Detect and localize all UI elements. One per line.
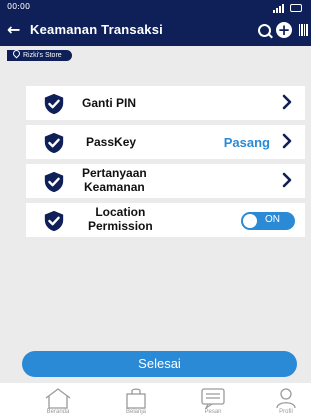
profile-icon xyxy=(276,388,296,409)
menu-item-passkey[interactable]: PassKey Pasang xyxy=(26,125,305,159)
message-icon xyxy=(201,388,225,409)
content-area: Rizki's Store Ganti PIN PassKey Pasang P… xyxy=(0,46,311,383)
nav-label: Belanja xyxy=(125,409,146,415)
back-arrow-icon[interactable]: ← xyxy=(7,20,20,39)
menu-label: Location Permission xyxy=(88,205,153,233)
location-pin-icon xyxy=(11,48,22,59)
shield-check-icon xyxy=(44,93,64,115)
home-icon xyxy=(45,388,71,409)
nav-label: Profil xyxy=(279,409,293,415)
page-title: Keamanan Transaksi xyxy=(30,22,163,37)
nav-label: Beranda xyxy=(46,409,70,415)
menu-label-line2: Permission xyxy=(88,219,153,233)
selesai-button[interactable]: Selesai xyxy=(22,351,297,377)
chevron-right-icon xyxy=(282,172,292,188)
signal-icon xyxy=(273,4,285,13)
menu-label-line1: Pertanyaan xyxy=(82,166,147,180)
store-name: Rizki's Store xyxy=(23,52,62,59)
toggle-state-label: ON xyxy=(265,214,280,225)
menu-label-line1: Location xyxy=(95,205,146,219)
menu-label: Ganti PIN xyxy=(82,96,137,110)
search-icon[interactable] xyxy=(258,24,271,37)
bottom-navigation: Beranda Belanja Pesan Profil xyxy=(0,383,311,419)
phone-screen: 00:00 ← Keamanan Transaksi + Rizki's Sto… xyxy=(0,0,311,419)
menu-label: PassKey xyxy=(86,135,137,149)
chevron-right-icon xyxy=(282,133,292,149)
nav-label: Pesan xyxy=(204,409,222,415)
menu-label: Pertanyaan Keamanan xyxy=(82,166,147,194)
nav-item-belanja[interactable]: Belanja xyxy=(112,387,160,415)
pasang-link[interactable]: Pasang xyxy=(224,135,270,150)
chevron-right-icon xyxy=(282,94,292,110)
shopping-bag-icon xyxy=(126,388,146,409)
nav-item-beranda[interactable]: Beranda xyxy=(34,387,82,415)
status-bar: 00:00 xyxy=(0,0,311,16)
app-header: ← Keamanan Transaksi + xyxy=(0,16,311,46)
menu-label-line2: Keamanan xyxy=(84,180,145,194)
shield-check-icon xyxy=(44,210,64,232)
menu-item-pertanyaan-keamanan[interactable]: Pertanyaan Keamanan xyxy=(26,164,305,198)
nav-item-pesan[interactable]: Pesan xyxy=(189,387,237,415)
shield-check-icon xyxy=(44,171,64,193)
status-time: 00:00 xyxy=(7,2,31,11)
nav-item-profil[interactable]: Profil xyxy=(262,387,310,415)
add-icon[interactable]: + xyxy=(276,22,292,38)
shield-check-icon xyxy=(44,132,64,154)
battery-icon xyxy=(290,4,302,12)
toggle-knob xyxy=(243,214,257,228)
store-badge[interactable]: Rizki's Store xyxy=(7,48,72,61)
location-permission-toggle[interactable]: ON xyxy=(241,212,295,230)
menu-item-location-permission: Location Permission ON xyxy=(26,203,305,237)
menu-item-ganti-pin[interactable]: Ganti PIN xyxy=(26,86,305,120)
barcode-icon[interactable] xyxy=(299,24,309,36)
